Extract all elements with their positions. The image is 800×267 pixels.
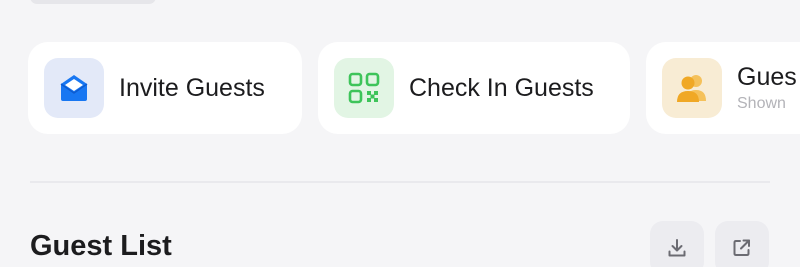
qr-code-icon [334, 58, 394, 118]
envelope-icon [44, 58, 104, 118]
check-in-guests-card[interactable]: Check In Guests [318, 42, 630, 134]
guests-shown-card[interactable]: Gues Shown [646, 42, 800, 134]
download-icon [668, 239, 686, 257]
check-in-guests-label: Check In Guests [409, 74, 594, 102]
people-icon [662, 58, 722, 118]
page-heading-remnant [30, 0, 156, 4]
invite-guests-card[interactable]: Invite Guests [28, 42, 302, 134]
guest-list-title: Guest List [30, 230, 172, 262]
guests-card-title: Gues [737, 63, 797, 91]
invite-guests-label: Invite Guests [119, 74, 265, 102]
open-external-button[interactable] [715, 221, 769, 267]
guests-card-subtitle: Shown [737, 95, 786, 112]
section-divider [30, 181, 770, 183]
event-manage-page: Invite Guests Check In Guests Gues Shown… [0, 0, 800, 267]
download-button[interactable] [650, 221, 704, 267]
quick-actions-row: Invite Guests Check In Guests Gues Shown [28, 42, 800, 134]
external-link-icon [733, 239, 750, 256]
